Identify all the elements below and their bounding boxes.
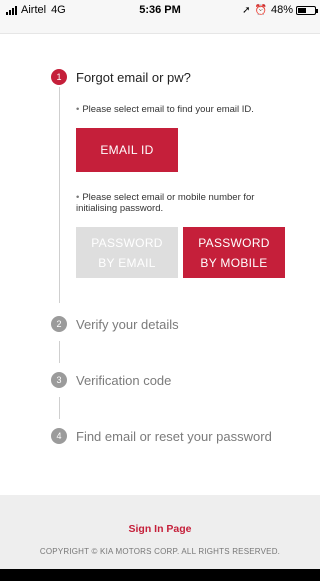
sign-in-link[interactable]: Sign In Page: [0, 523, 320, 535]
home-indicator-bar: [0, 569, 320, 581]
password-by-mobile-button[interactable]: PASSWORD BY MOBILE: [183, 227, 285, 278]
step-2-badge: 2: [51, 316, 67, 332]
step-connector: [59, 341, 60, 363]
step-3-title: Verification code: [76, 373, 172, 388]
step-1-title: Forgot email or pw?: [76, 70, 191, 85]
alarm-icon: ⏰: [254, 4, 267, 16]
step-connector: [59, 87, 60, 303]
email-id-button[interactable]: EMAIL ID: [76, 128, 178, 172]
email-note-text: Please select email to find your email I…: [82, 104, 254, 115]
step-connector: [59, 397, 60, 419]
battery-percent: 48%: [270, 4, 293, 16]
battery-level: [298, 7, 306, 13]
password-note: • Please select email or mobile number fo…: [76, 192, 286, 214]
battery-icon: [296, 5, 318, 15]
footer: Sign In Page COPYRIGHT © KIA MOTORS CORP…: [0, 495, 320, 569]
location-arrow-icon: ➚: [242, 4, 251, 16]
step-1-badge: 1: [51, 69, 67, 85]
password-by-email-button[interactable]: PASSWORD BY EMAIL: [76, 227, 178, 278]
bullet-icon: •: [76, 192, 80, 203]
step-4-badge: 4: [51, 428, 67, 444]
step-2-title: Verify your details: [76, 317, 179, 332]
copyright-text: COPYRIGHT © KIA MOTORS CORP. ALL RIGHTS …: [39, 547, 281, 556]
status-bar: Airtel 4G 5:36 PM ➚ ⏰ 48%: [0, 0, 320, 20]
bullet-icon: •: [76, 104, 80, 115]
email-note: • Please select email to find your email …: [76, 104, 296, 115]
step-4-title: Find email or reset your password: [76, 429, 272, 444]
step-3-badge: 3: [51, 372, 67, 388]
status-right: ➚ ⏰ 48%: [242, 4, 318, 16]
password-note-text: Please select email or mobile number for…: [76, 192, 255, 214]
header-bar: [0, 20, 320, 34]
